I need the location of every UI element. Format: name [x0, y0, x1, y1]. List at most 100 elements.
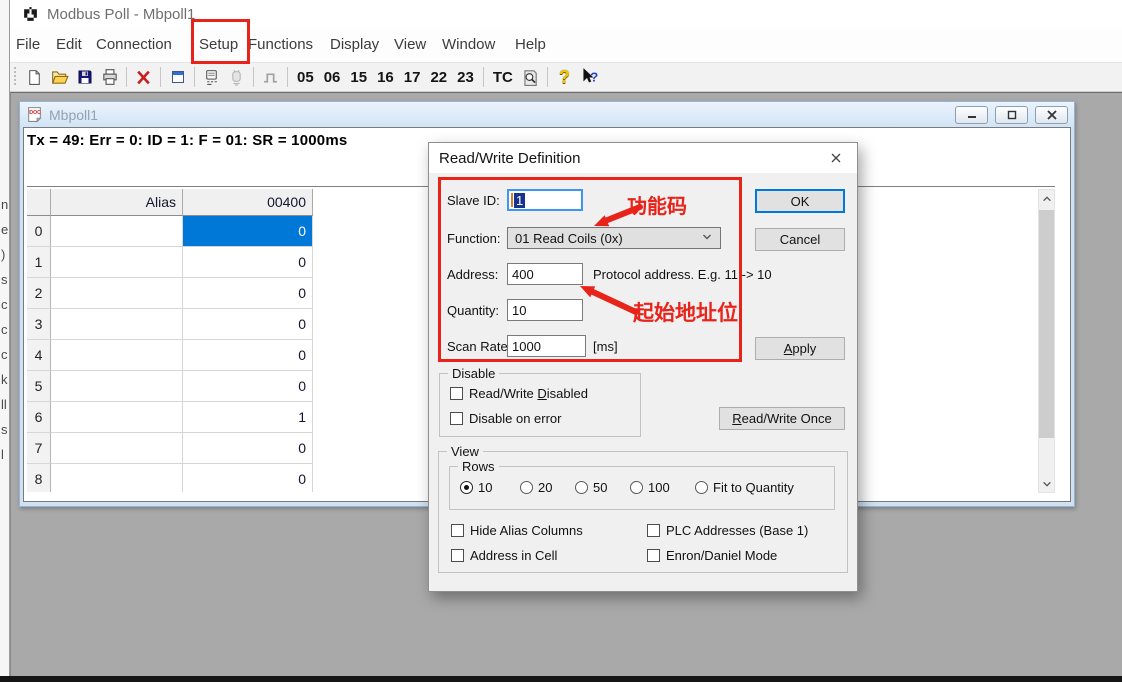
grid-cell-value[interactable]: 0	[183, 278, 313, 309]
address-in-cell-checkbox[interactable]: Address in Cell	[451, 548, 557, 563]
function-select[interactable]: 01 Read Coils (0x)	[507, 227, 721, 249]
grid-cell-alias[interactable]	[51, 433, 183, 464]
grid-cell-alias[interactable]	[51, 340, 183, 371]
rows-10-radio[interactable]: 10	[460, 480, 492, 495]
function-22-button[interactable]: 22	[425, 69, 452, 86]
menu-help[interactable]: Help	[515, 36, 546, 53]
menu-setup[interactable]: Setup	[199, 36, 238, 53]
radio-icon[interactable]	[630, 481, 643, 494]
row-header[interactable]: 3	[27, 309, 51, 340]
vertical-scrollbar[interactable]	[1038, 189, 1055, 493]
grid-cell-value[interactable]: 0	[183, 340, 313, 371]
data-grid: Alias 00400 0 0 1 0	[27, 189, 313, 492]
ok-button[interactable]: OK	[755, 189, 845, 213]
checkbox-icon[interactable]	[450, 412, 463, 425]
menu-functions[interactable]: Functions	[248, 36, 313, 53]
grid-cell-alias[interactable]	[51, 371, 183, 402]
new-document-icon[interactable]	[22, 65, 47, 89]
radio-icon[interactable]	[695, 481, 708, 494]
close-button[interactable]	[1035, 106, 1068, 124]
disable-on-error-checkbox[interactable]: Disable on error	[450, 411, 562, 426]
rows-20-radio[interactable]: 20	[520, 480, 552, 495]
grid-cell-alias[interactable]	[51, 216, 183, 247]
grid-cell-alias[interactable]	[51, 247, 183, 278]
dialog-close-icon[interactable]	[825, 147, 847, 169]
alias-column-header[interactable]: Alias	[51, 189, 183, 216]
checkbox-icon[interactable]	[451, 524, 464, 537]
menu-connection[interactable]: Connection	[96, 36, 172, 53]
bottom-edge-bar	[0, 676, 1122, 682]
radio-icon[interactable]	[520, 481, 533, 494]
grid-cell-alias[interactable]	[51, 464, 183, 492]
slave-id-input[interactable]: 1	[507, 189, 583, 211]
grid-cell-value[interactable]: 0	[183, 433, 313, 464]
checkbox-icon[interactable]	[451, 549, 464, 562]
read-write-disabled-checkbox[interactable]: Read/Write Disabled	[450, 386, 588, 401]
test-center-button[interactable]: TC	[488, 69, 518, 86]
quantity-input[interactable]: 10	[507, 299, 583, 321]
row-header[interactable]: 5	[27, 371, 51, 402]
print-icon[interactable]	[97, 65, 122, 89]
disconnect-icon[interactable]	[131, 65, 156, 89]
enron-daniel-mode-checkbox[interactable]: Enron/Daniel Mode	[647, 548, 777, 563]
fit-to-quantity-radio[interactable]: Fit to Quantity	[695, 480, 794, 495]
row-header[interactable]: 2	[27, 278, 51, 309]
scrollbar-thumb[interactable]	[1039, 210, 1054, 438]
row-header[interactable]: 8	[27, 464, 51, 492]
minimize-button[interactable]	[955, 106, 988, 124]
grid-cell-alias[interactable]	[51, 278, 183, 309]
communication-traffic-icon[interactable]	[199, 65, 224, 89]
grid-cell-value[interactable]: 0	[183, 371, 313, 402]
plc-addresses-checkbox[interactable]: PLC Addresses (Base 1)	[647, 523, 808, 538]
menu-edit[interactable]: Edit	[56, 36, 82, 53]
menu-view[interactable]: View	[394, 36, 426, 53]
grid-cell-value[interactable]: 1	[183, 402, 313, 433]
row-header[interactable]: 7	[27, 433, 51, 464]
setup-window-icon[interactable]	[165, 65, 190, 89]
hide-alias-columns-checkbox[interactable]: Hide Alias Columns	[451, 523, 583, 538]
checkbox-icon[interactable]	[647, 549, 660, 562]
communication-detail-icon[interactable]	[518, 65, 543, 89]
scan-rate-input[interactable]: 1000	[507, 335, 586, 357]
save-icon[interactable]	[72, 65, 97, 89]
context-help-icon[interactable]: ?	[577, 65, 602, 89]
cancel-button[interactable]: Cancel	[755, 228, 845, 251]
function-06-button[interactable]: 06	[319, 69, 346, 86]
menu-window[interactable]: Window	[442, 36, 495, 53]
about-help-icon[interactable]: ?	[552, 65, 577, 89]
function-15-button[interactable]: 15	[345, 69, 372, 86]
toolbar-separator	[483, 67, 484, 87]
function-16-button[interactable]: 16	[372, 69, 399, 86]
menu-file[interactable]: File	[16, 36, 40, 53]
grid-cell-value[interactable]: 0	[183, 247, 313, 278]
checkbox-icon[interactable]	[647, 524, 660, 537]
function-05-button[interactable]: 05	[292, 69, 319, 86]
table-row: 0 0	[27, 216, 313, 247]
open-file-icon[interactable]	[47, 65, 72, 89]
grid-cell-value-selected[interactable]: 0	[183, 216, 313, 247]
address-input[interactable]: 400	[507, 263, 583, 285]
row-header[interactable]: 1	[27, 247, 51, 278]
rows-100-radio[interactable]: 100	[630, 480, 670, 495]
rows-50-radio[interactable]: 50	[575, 480, 607, 495]
apply-button[interactable]: Apply	[755, 337, 845, 360]
grid-cell-value[interactable]: 0	[183, 464, 313, 492]
grid-cell-value[interactable]: 0	[183, 309, 313, 340]
checkbox-icon[interactable]	[450, 387, 463, 400]
function-17-button[interactable]: 17	[399, 69, 426, 86]
radio-icon[interactable]	[575, 481, 588, 494]
scrollbar-up-icon[interactable]	[1039, 190, 1054, 207]
grid-cell-alias[interactable]	[51, 309, 183, 340]
address-column-header[interactable]: 00400	[183, 189, 313, 216]
function-code-annotation: 功能码	[627, 190, 687, 219]
grid-cell-alias[interactable]	[51, 402, 183, 433]
restore-button[interactable]	[995, 106, 1028, 124]
row-header[interactable]: 4	[27, 340, 51, 371]
menu-display[interactable]: Display	[330, 36, 379, 53]
function-23-button[interactable]: 23	[452, 69, 479, 86]
row-header[interactable]: 0	[27, 216, 51, 247]
radio-selected-icon[interactable]	[460, 481, 473, 494]
read-write-once-button[interactable]: Read/Write Once	[719, 407, 845, 430]
row-header[interactable]: 6	[27, 402, 51, 433]
scrollbar-down-icon[interactable]	[1039, 475, 1054, 492]
